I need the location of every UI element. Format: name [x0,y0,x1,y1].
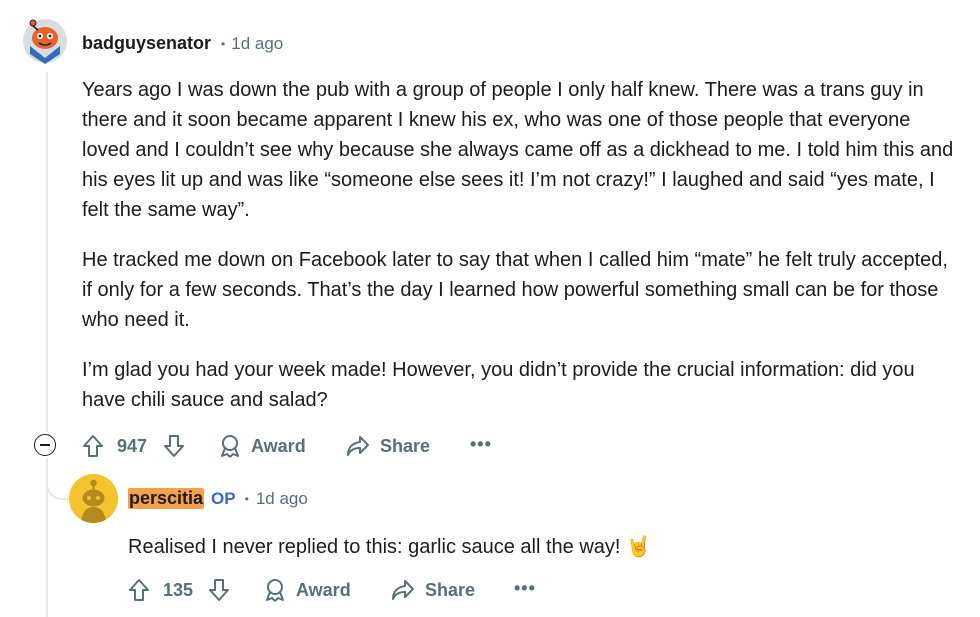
vote-count-label: 135 [163,579,194,600]
share-label: Share [380,435,431,456]
award-button[interactable]: Award [219,432,306,460]
op-badge: OP [211,488,236,508]
arrow-up-icon [128,578,150,602]
timestamp[interactable]: 1d ago [231,34,283,54]
reply-text: Realised I never replied to this: garlic… [128,536,651,558]
author-name[interactable]: badguysenator [82,33,211,54]
share-button[interactable]: Share [346,432,430,460]
downvote-button[interactable] [208,576,230,604]
comment-paragraph: Years ago I was down the pub with a grou… [82,79,954,221]
upvote-button[interactable] [82,432,104,460]
share-icon [346,435,370,457]
award-icon [264,578,286,602]
avatar[interactable] [22,18,68,64]
comment-paragraph: I’m glad you had your week made! However… [82,359,915,411]
meta-separator: • [221,36,226,51]
thread-line [46,72,48,432]
arrow-down-icon [208,578,230,602]
timestamp[interactable]: 1d ago [256,489,308,509]
downvote-button[interactable] [163,432,185,460]
meta-separator: • [244,491,249,506]
thread-branch [46,458,70,500]
share-icon [391,579,415,601]
comment-body: Years ago I was down the pub with a grou… [82,75,962,415]
author-name[interactable]: perscitia [128,488,205,509]
more-horizontal-icon[interactable]: ••• [514,578,536,599]
reply-body: Realised I never replied to this: garlic… [128,532,958,562]
award-button[interactable]: Award [264,576,351,604]
minus-circle-icon [40,444,50,446]
avatar[interactable] [69,474,118,523]
award-icon [219,434,241,458]
collapse-button[interactable] [34,434,56,456]
award-label: Award [296,579,351,600]
reply-header: perscitia OP • 1d ago [128,488,308,509]
share-button[interactable]: Share [391,576,475,604]
vote-count: 947 [117,434,147,458]
award-label: Award [251,435,306,456]
vote-count: 135 [163,578,193,602]
arrow-up-icon [82,434,104,458]
share-label: Share [425,579,476,600]
more-horizontal-icon[interactable]: ••• [470,434,492,455]
vote-count-label: 947 [117,435,148,456]
comment-header: badguysenator • 1d ago [82,33,283,54]
upvote-button[interactable] [128,576,150,604]
comment-paragraph: He tracked me down on Facebook later to … [82,249,948,331]
arrow-down-icon [163,434,185,458]
